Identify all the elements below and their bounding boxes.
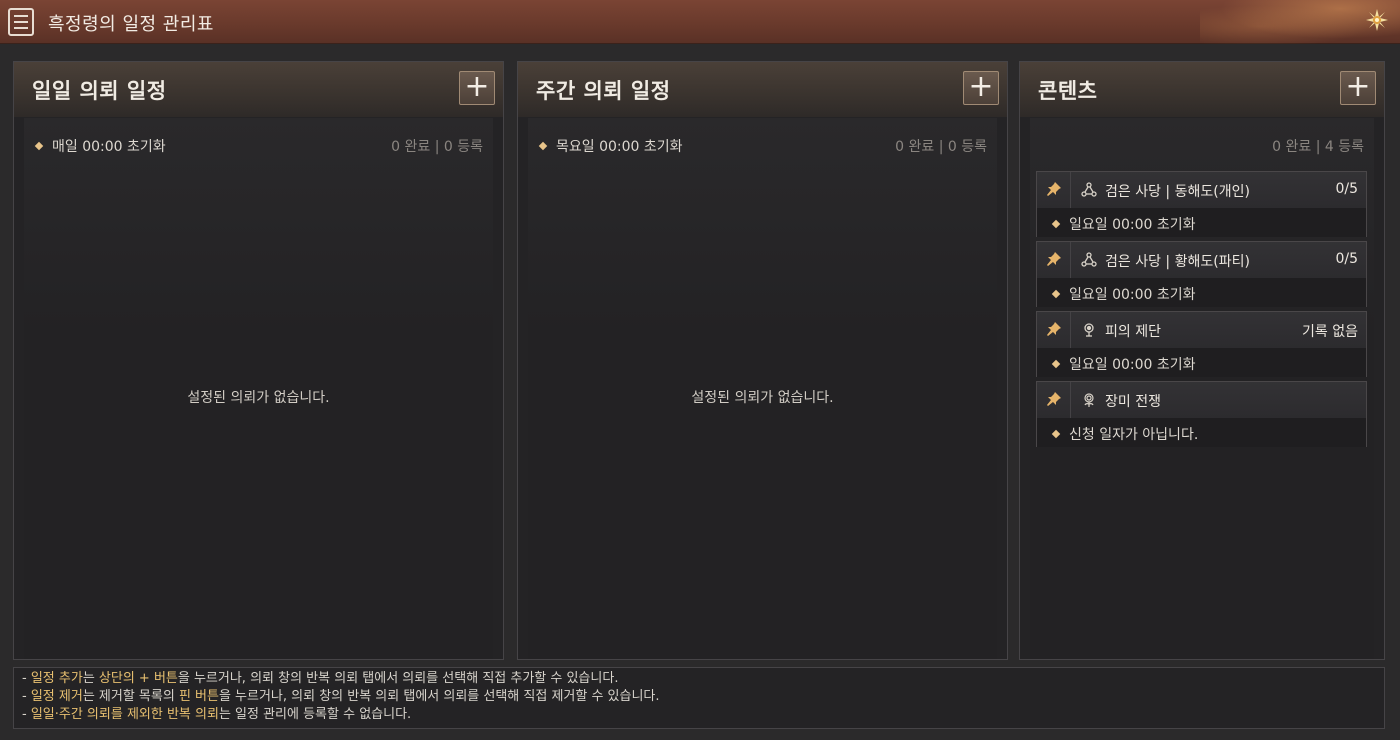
contents-panel: 콘텐츠 + 0 완료 | 4 등록 검은 사당 | 동해도(개인) 0/5 일요…: [1019, 61, 1385, 660]
content-card-footer: 일요일 00:00 초기화: [1037, 208, 1366, 237]
content-card-header: 검은 사당 | 황해도(파티) 0/5: [1037, 242, 1366, 278]
pin-button[interactable]: [1037, 172, 1071, 208]
contents-count: 0 완료 | 4 등록: [1272, 139, 1364, 155]
weekly-reset-info: 목요일 00:00 초기화: [538, 136, 683, 156]
pin-icon: [1047, 322, 1061, 336]
content-card-footer: 신청 일자가 아닙니다.: [1037, 418, 1366, 447]
content-card-header: 장미 전쟁: [1037, 382, 1366, 418]
pin-button[interactable]: [1037, 382, 1071, 418]
sun-close-icon[interactable]: [1364, 8, 1390, 34]
content-card[interactable]: 검은 사당 | 황해도(파티) 0/5 일요일 00:00 초기화: [1036, 241, 1367, 307]
daily-panel-title: 일일 의뢰 일정: [32, 79, 167, 103]
content-name: 검은 사당 | 동해도(개인): [1105, 184, 1250, 200]
content-reset-info: 일요일 00:00 초기화: [1051, 214, 1196, 234]
pin-button[interactable]: [1037, 312, 1071, 348]
content-card-footer: 일요일 00:00 초기화: [1037, 348, 1366, 377]
content-name: 장미 전쟁: [1105, 394, 1161, 410]
weekly-empty-message: 설정된 의뢰가 없습니다.: [691, 390, 834, 406]
diamond-bullet-icon: [34, 141, 44, 151]
daily-panel: 일일 의뢰 일정 + 매일 00:00 초기화 0 완료 | 0 등록 설정된 …: [13, 61, 504, 660]
contents-panel-header: 콘텐츠 +: [1020, 62, 1384, 117]
content-name: 피의 제단: [1105, 324, 1161, 340]
help-line-add: - 일정 추가는 상단의 + 버튼을 누르거나, 의뢰 창의 반복 의뢰 탭에서…: [22, 671, 619, 686]
help-text: 을 누르거나, 의뢰 창의 반복 의뢰 탭에서 의뢰를 선택해 직접 추가할 수…: [177, 671, 619, 686]
help-keyword: 핀 버튼: [178, 689, 219, 704]
daily-count: 0 완료 | 0 등록: [391, 139, 483, 155]
help-line-remove: - 일정 제거는 제거할 목록의 핀 버튼을 누르거나, 의뢰 창의 반복 의뢰…: [22, 689, 660, 704]
diamond-bullet-icon: [1051, 359, 1061, 369]
add-daily-button[interactable]: +: [459, 71, 495, 105]
contents-panel-title: 콘텐츠: [1038, 79, 1098, 103]
content-reset-info: 일요일 00:00 초기화: [1051, 284, 1196, 304]
diamond-bullet-icon: [538, 141, 548, 151]
help-line-restriction: - 일일·주간 의뢰를 제외한 반복 의뢰는 일정 관리에 등록할 수 없습니다…: [22, 707, 412, 722]
help-keyword: 일일·주간 의뢰를 제외한 반복 의뢰: [30, 707, 219, 722]
content-status: 0/5: [1335, 181, 1358, 197]
pin-icon: [1047, 182, 1061, 196]
altar-icon: [1084, 323, 1094, 337]
content-reset-text: 일요일 00:00 초기화: [1069, 357, 1196, 373]
daily-reset-text: 매일 00:00 초기화: [52, 139, 166, 155]
help-keyword: 상단의 + 버튼: [98, 671, 178, 686]
daily-reset-info: 매일 00:00 초기화: [34, 136, 166, 156]
weekly-list: 목요일 00:00 초기화 0 완료 | 0 등록 설정된 의뢰가 없습니다.: [528, 118, 997, 659]
content-reset-text: 신청 일자가 아닙니다.: [1069, 427, 1199, 443]
add-contents-button[interactable]: +: [1340, 71, 1376, 105]
checklist-icon: [8, 8, 34, 36]
content-card-footer: 일요일 00:00 초기화: [1037, 278, 1366, 307]
content-status: 0/5: [1335, 251, 1358, 267]
diamond-bullet-icon: [1051, 219, 1061, 229]
help-text: 는: [82, 671, 99, 686]
triad-icon: [1081, 252, 1097, 267]
help-text: 는 일정 관리에 등록할 수 없습니다.: [218, 707, 412, 722]
daily-list: 매일 00:00 초기화 0 완료 | 0 등록 설정된 의뢰가 없습니다.: [24, 118, 493, 659]
help-text: 을 누르거나, 의뢰 창의 반복 의뢰 탭에서 의뢰를 선택해 직접 제거할 수…: [218, 689, 660, 704]
pin-icon: [1047, 252, 1061, 266]
content-reset-info: 일요일 00:00 초기화: [1051, 354, 1196, 374]
weekly-panel-header: 주간 의뢰 일정 +: [518, 62, 1007, 117]
weekly-panel: 주간 의뢰 일정 + 목요일 00:00 초기화 0 완료 | 0 등록 설정된…: [517, 61, 1008, 660]
window-title: 흑정령의 일정 관리표: [48, 14, 214, 35]
title-bar: 흑정령의 일정 관리표: [0, 0, 1400, 44]
content-card[interactable]: 장미 전쟁 신청 일자가 아닙니다.: [1036, 381, 1367, 447]
weekly-panel-title: 주간 의뢰 일정: [536, 79, 671, 103]
content-card[interactable]: 피의 제단 기록 없음 일요일 00:00 초기화: [1036, 311, 1367, 377]
help-box: - 일정 추가는 상단의 + 버튼을 누르거나, 의뢰 창의 반복 의뢰 탭에서…: [13, 667, 1385, 729]
rose-icon: [1084, 393, 1094, 407]
triad-icon: [1081, 182, 1097, 197]
weekly-reset-text: 목요일 00:00 초기화: [556, 139, 683, 155]
diamond-bullet-icon: [1051, 289, 1061, 299]
daily-empty-message: 설정된 의뢰가 없습니다.: [187, 390, 330, 406]
content-card-header: 검은 사당 | 동해도(개인) 0/5: [1037, 172, 1366, 208]
content-name: 검은 사당 | 황해도(파티): [1105, 254, 1250, 270]
content-card[interactable]: 검은 사당 | 동해도(개인) 0/5 일요일 00:00 초기화: [1036, 171, 1367, 237]
pin-icon: [1047, 392, 1061, 406]
weekly-count: 0 완료 | 0 등록: [895, 139, 987, 155]
daily-panel-header: 일일 의뢰 일정 +: [14, 62, 503, 117]
pin-button[interactable]: [1037, 242, 1071, 278]
add-weekly-button[interactable]: +: [963, 71, 999, 105]
content-card-header: 피의 제단 기록 없음: [1037, 312, 1366, 348]
content-reset-text: 일요일 00:00 초기화: [1069, 287, 1196, 303]
help-keyword: 일정 제거: [30, 689, 83, 704]
content-reset-info: 신청 일자가 아닙니다.: [1051, 424, 1199, 444]
content-status: 기록 없음: [1302, 324, 1358, 340]
help-keyword: 일정 추가: [30, 671, 83, 686]
content-reset-text: 일요일 00:00 초기화: [1069, 217, 1196, 233]
help-text: 는 제거할 목록의: [82, 689, 179, 704]
diamond-bullet-icon: [1051, 429, 1061, 439]
